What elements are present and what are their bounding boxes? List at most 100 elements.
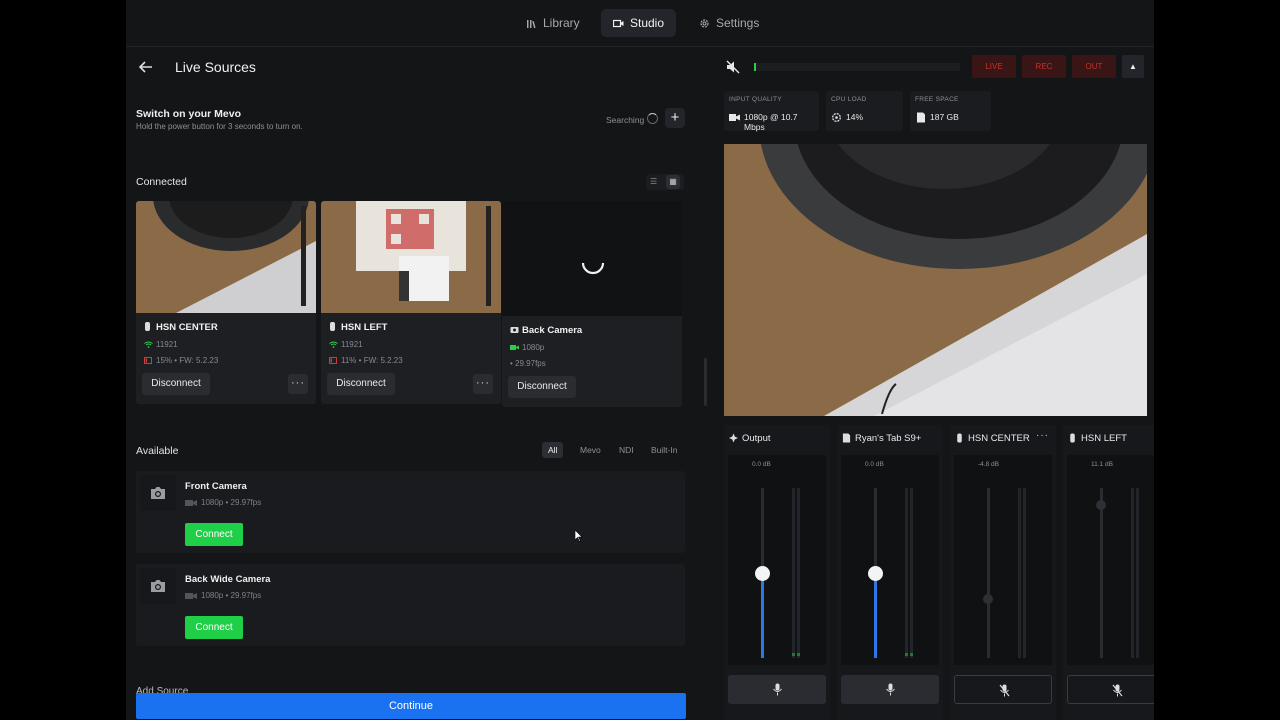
channel-options-button[interactable]: ··· (1036, 430, 1049, 441)
disconnect-button[interactable]: Disconnect (142, 373, 210, 395)
gear-icon (700, 18, 709, 28)
channel-fader-area: -4.8 dB (954, 455, 1052, 665)
channel-fader-area: 0.0 dB (841, 455, 939, 665)
rec-button[interactable]: REC (1022, 55, 1066, 78)
source-resolution: 1080p (522, 343, 545, 352)
sd-card-icon (917, 112, 925, 123)
mic-muted-button[interactable] (954, 675, 1052, 704)
source-name: HSN CENTER (156, 322, 218, 333)
library-icon (527, 19, 536, 28)
stat-value: 1080p @ 10.7 Mbps (744, 112, 798, 132)
mic-toggle-button[interactable] (728, 675, 826, 704)
camera-thumbnail (321, 201, 501, 313)
tab-studio[interactable]: Studio (601, 9, 677, 37)
live-sources-panel: Live Sources Switch on your Mevo Hold th… (126, 46, 702, 720)
back-arrow-icon[interactable] (138, 59, 154, 75)
more-options-button[interactable]: ··· (473, 374, 493, 394)
channel-fader-area: 11.1 dB (1067, 455, 1154, 665)
stat-label: CPU LOAD (831, 96, 867, 103)
switch-subtitle: Hold the power button for 3 seconds to t… (136, 122, 303, 131)
speaker-muted-icon[interactable] (726, 60, 740, 74)
filter-ndi[interactable]: NDI (613, 442, 640, 458)
channel-db: 11.1 dB (1091, 461, 1113, 468)
microphone-icon (773, 683, 782, 696)
video-icon (510, 345, 519, 350)
list-view-icon[interactable]: ☰ (650, 177, 660, 187)
studio-icon (613, 19, 624, 27)
channel-name: HSN LEFT (1081, 433, 1127, 444)
fader-knob[interactable] (1096, 500, 1106, 510)
stat-input-quality: INPUT QUALITY 1080p @ 10.7 Mbps (724, 91, 819, 132)
vu-meter-left (905, 488, 908, 658)
filter-all[interactable]: All (542, 442, 564, 458)
video-icon (185, 593, 197, 599)
available-source-front-camera: Front Camera 1080p • 29.97fps Connect (136, 471, 685, 553)
vu-meter-left (1131, 488, 1134, 658)
fader-knob[interactable] (755, 565, 770, 581)
disconnect-button[interactable]: Disconnect (508, 376, 576, 398)
top-nav: Library Studio Settings (126, 0, 1154, 47)
view-toggle: ☰ ▦ (646, 174, 684, 190)
vu-meter-right (1136, 488, 1139, 658)
microphone-muted-icon (1112, 684, 1123, 697)
connect-button[interactable]: Connect (185, 616, 243, 639)
channel-name: HSN CENTER (968, 433, 1030, 444)
switch-title: Switch on your Mevo (136, 108, 242, 120)
source-serial: 11921 (156, 340, 178, 349)
mixer-channel-hsn-left: HSN LEFT 11.1 dB (1063, 425, 1154, 720)
fader-track (1100, 488, 1103, 658)
live-button[interactable]: LIVE (972, 55, 1016, 78)
stat-value: 14% (846, 112, 864, 122)
mic-muted-button[interactable] (1067, 675, 1154, 704)
loading-spinner-icon (581, 262, 605, 275)
panel-scrollbar[interactable] (704, 358, 707, 406)
camera-icon (510, 327, 519, 333)
audio-level-meter (754, 63, 960, 71)
source-card-hsn-left[interactable]: HSN LEFT 11921 11% • FW: 5.2.23 Disconne… (321, 201, 501, 404)
available-heading: Available (136, 445, 179, 457)
searching-label: Searching (606, 115, 645, 125)
mevo-camera-icon (957, 433, 962, 443)
source-card-back-camera[interactable]: Back Camera 1080p • 29.97fps Disconnect (502, 201, 682, 407)
fader-knob[interactable] (868, 565, 883, 581)
connect-button[interactable]: Connect (185, 523, 243, 546)
out-button[interactable]: OUT (1072, 55, 1116, 78)
channel-header: HSN CENTER ··· (950, 425, 1056, 450)
available-source-back-wide-camera: Back Wide Camera 1080p • 29.97fps Connec… (136, 564, 685, 646)
source-serial: 11921 (341, 340, 363, 349)
output-icon (729, 433, 738, 443)
wifi-icon (144, 341, 153, 348)
tab-library[interactable]: Library (514, 9, 592, 37)
studio-app: Library Studio Settings Live Sources Swi… (126, 0, 1154, 720)
tab-label: Library (543, 16, 580, 30)
more-options-button[interactable]: ··· (288, 374, 308, 394)
vu-meter-left (1018, 488, 1021, 658)
source-status: 15% • FW: 5.2.23 (156, 356, 219, 365)
camera-icon (140, 568, 176, 604)
video-icon (729, 114, 740, 121)
program-preview (724, 144, 1147, 416)
mixer-channel-ryans-tab: Ryan's Tab S9+ 0.0 dB (837, 425, 943, 720)
vu-meter-right (797, 488, 800, 658)
disconnect-button[interactable]: Disconnect (327, 373, 395, 395)
source-format: 1080p • 29.97fps (201, 498, 262, 507)
filter-built-in[interactable]: Built-In (645, 442, 683, 458)
wifi-icon (329, 341, 338, 348)
continue-button[interactable]: Continue (136, 693, 686, 719)
source-status: 11% • FW: 5.2.23 (341, 356, 403, 365)
connected-heading: Connected (136, 176, 187, 188)
source-name: Front Camera (185, 481, 247, 492)
source-card-hsn-center[interactable]: HSN CENTER 11921 15% • FW: 5.2.23 Discon… (136, 201, 316, 404)
grid-view-icon[interactable]: ▦ (666, 175, 680, 189)
source-name: Back Camera (522, 325, 583, 336)
fader-fill (874, 573, 877, 658)
fader-knob[interactable] (983, 593, 993, 604)
stat-label: FREE SPACE (915, 96, 959, 103)
mic-toggle-button[interactable] (841, 675, 939, 704)
filter-mevo[interactable]: Mevo (574, 442, 607, 458)
collapse-button[interactable]: ▲ (1122, 55, 1144, 78)
source-format: 1080p • 29.97fps (201, 591, 262, 600)
add-source-button[interactable]: + (665, 108, 685, 128)
vu-meter-right (1023, 488, 1026, 658)
tab-settings[interactable]: Settings (687, 9, 771, 37)
